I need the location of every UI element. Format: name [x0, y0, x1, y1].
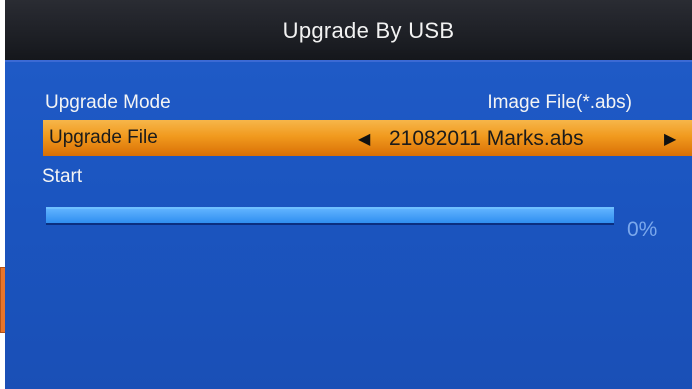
title-bar: Upgrade By USB: [5, 0, 692, 62]
upgrade-screen: Upgrade By USB Upgrade Mode Image File(*…: [5, 0, 692, 389]
upgrade-file-label: Upgrade File: [49, 127, 158, 148]
upgrade-mode-row[interactable]: Upgrade Mode Image File(*.abs): [5, 86, 692, 118]
upgrade-file-value: 21082011 Marks.abs: [389, 127, 584, 150]
start-row[interactable]: Start: [5, 160, 692, 192]
page-title: Upgrade By USB: [282, 18, 455, 43]
progress-bar: [46, 207, 614, 225]
progress-fill: [46, 209, 614, 223]
upgrade-file-row[interactable]: Upgrade File ◀ 21082011 Marks.abs ▶: [43, 120, 692, 156]
arrow-right-icon[interactable]: ▶: [664, 129, 676, 149]
start-label: Start: [42, 166, 83, 187]
arrow-left-icon[interactable]: ◀: [358, 129, 370, 149]
upgrade-mode-value: Image File(*.abs): [487, 92, 632, 113]
upgrade-mode-label: Upgrade Mode: [45, 92, 171, 113]
progress-percent: 0%: [627, 218, 658, 241]
